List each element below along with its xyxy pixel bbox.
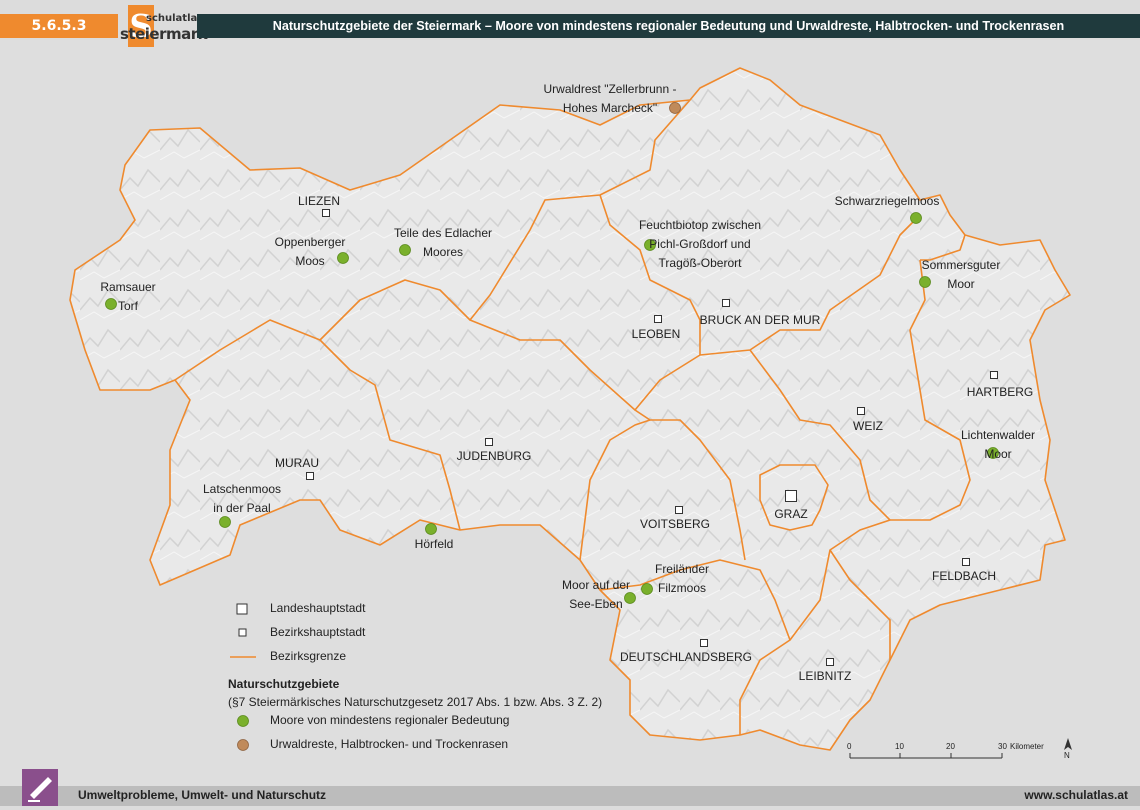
city-marker: [700, 639, 708, 647]
city-label-murau: MURAU: [275, 456, 319, 470]
legend-urwald-symbol: [237, 739, 249, 751]
city-marker: [826, 658, 834, 666]
site-label-feuchtbiotop: Feuchtbiotop zwischen Pichl-Großdorf und T…: [638, 218, 762, 270]
city-label-voitsberg: VOITSBERG: [639, 517, 711, 531]
city-label-bruck: BRUCK AN DER MUR: [699, 313, 821, 327]
logo-main: steiermark: [120, 25, 208, 43]
moor-site-marker: [219, 516, 231, 528]
scale-tick-20: 20: [946, 742, 955, 751]
city-label-hartberg: HARTBERG: [966, 385, 1034, 399]
section-number: 5.6.5.3: [0, 14, 118, 38]
moor-site-marker: [910, 212, 922, 224]
site-label-sommersguter: Sommersguter Moor: [921, 258, 1001, 291]
scale-unit: Kilometer: [1010, 742, 1044, 751]
map-title: Naturschutzgebiete der Steiermark – Moor…: [197, 14, 1140, 38]
north-label: N: [1064, 751, 1070, 760]
city-label-leibnitz: LEIBNITZ: [798, 669, 852, 683]
legend-urwald-label: Urwaldreste, Halbtrocken- und Trockenras…: [270, 737, 509, 751]
site-label-see-eben: Moor auf der See-Eben: [561, 578, 631, 611]
site-label-oppenberger: Oppenberger Moos: [274, 235, 346, 268]
site-label-lichtenwalder: Lichtenwalder Moor: [960, 428, 1036, 461]
city-marker: [306, 472, 314, 480]
legend-moor-label: Moore von mindestens regionaler Bedeutun…: [270, 713, 510, 727]
city-marker: [990, 371, 998, 379]
legend-bezirk-label: Bezirkshauptstadt: [270, 625, 366, 639]
site-label-ramsauer: Ramsauer Torf: [100, 280, 156, 313]
site-label-schwarzriegelmoos: Schwarzriegelmoos: [834, 194, 940, 208]
footer-website: www.schulatlas.at: [1024, 788, 1128, 802]
city-label-liezen: LIEZEN: [297, 194, 341, 208]
city-marker: [962, 558, 970, 566]
schulatlas-logo: S schulatlas steiermark: [120, 5, 208, 47]
moor-site-marker: [425, 523, 437, 535]
legend-bezirk-symbol: [238, 628, 247, 637]
city-label-deutschlandsberg: DEUTSCHLANDSBERG: [619, 650, 753, 664]
site-label-hoerfeld: Hörfeld: [414, 537, 454, 551]
pencil-hand-icon: [22, 769, 58, 806]
city-marker: [654, 315, 662, 323]
site-label-zellerbrunn: Urwaldrest "Zellerbrunn - Hohes Marcheck": [543, 82, 677, 115]
city-marker: [785, 490, 797, 502]
footer-topic: Umweltprobleme, Umwelt- und Naturschutz: [78, 788, 327, 802]
city-label-leoben: LEOBEN: [631, 327, 681, 341]
city-label-feldbach: FELDBACH: [931, 569, 997, 583]
legend-subtitle: (§7 Steiermärkisches Naturschutzgesetz 2…: [228, 695, 603, 709]
scale-tick-30: 30: [998, 742, 1007, 751]
legend-moor-symbol: [237, 715, 249, 727]
site-label-freilaender: Freiländer Filzmoos: [654, 562, 710, 595]
city-marker: [722, 299, 730, 307]
site-label-latschenmoos: Latschenmoos in der Paal: [202, 482, 282, 515]
scale-tick-10: 10: [895, 742, 904, 751]
city-label-judenburg: JUDENBURG: [456, 449, 532, 463]
city-label-weiz: WEIZ: [853, 419, 883, 433]
legend-border-label: Bezirksgrenze: [270, 649, 347, 663]
legend-title: Naturschutzgebiete: [228, 677, 340, 691]
legend-landes-label: Landeshauptstadt: [270, 601, 366, 615]
site-label-edlacher: Teile des Edlacher Moores: [393, 226, 493, 259]
city-marker: [675, 506, 683, 514]
city-label-graz: GRAZ: [774, 507, 808, 521]
city-marker: [485, 438, 493, 446]
styria-map: [0, 40, 1140, 786]
legend-landes-symbol: [236, 603, 248, 615]
moor-site-marker: [641, 583, 653, 595]
logo-top: schulatlas: [146, 13, 204, 24]
city-marker: [857, 407, 865, 415]
scale-tick-0: 0: [847, 742, 852, 751]
